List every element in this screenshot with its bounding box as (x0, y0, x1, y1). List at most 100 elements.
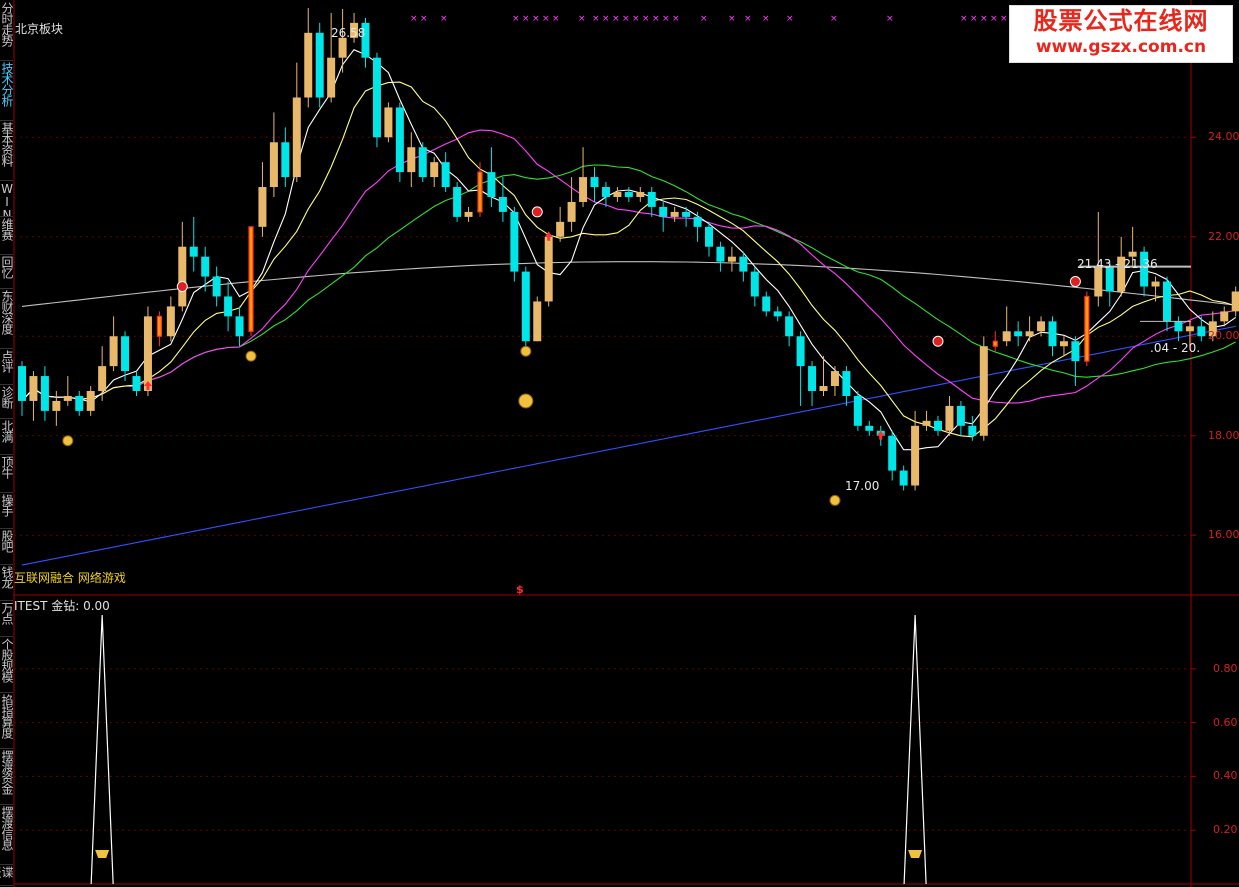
up-candle (338, 37, 347, 58)
up-candle (830, 371, 839, 387)
up-candle (292, 97, 301, 178)
limit-up-candle (992, 340, 998, 347)
sidebar-tab-5[interactable]: 回忆 (0, 256, 13, 289)
up-candle (1128, 251, 1137, 257)
up-candle (556, 221, 565, 237)
down-candle (773, 311, 782, 317)
up-candle (407, 147, 416, 173)
down-candle (1014, 331, 1023, 337)
signal-cross-icon: × (642, 14, 650, 24)
ma120-line (21, 325, 1236, 566)
sidebar-tab-17[interactable]: 摆渡资金 (0, 750, 13, 805)
price-chart[interactable]: × × × × × × × × × × × × × × × × × × × × × × × × × × × × × × (0, 0, 1239, 887)
sidebar-tab-14[interactable]: 万点 (0, 602, 13, 637)
low-price-label: 17.00 (845, 479, 880, 493)
signal-cross-icon: × (602, 14, 610, 24)
down-candle (75, 395, 84, 411)
up-candle (579, 177, 588, 202)
up-candle (533, 301, 542, 342)
sidebar-tab-11[interactable]: 操手 (0, 494, 13, 529)
sidebar-tab-2[interactable]: 基本资料 (0, 122, 13, 181)
down-candle (899, 470, 908, 486)
sidebar-tab-8[interactable]: 诊断 (0, 386, 13, 419)
signal-cross-icon: × (990, 14, 998, 24)
signal-cross-icon: × (700, 14, 708, 24)
up-candle (1025, 331, 1034, 337)
limit-up-candle (156, 315, 162, 337)
sidebar-tab-1[interactable]: 技术分析 (0, 62, 13, 121)
ball-icon (932, 335, 944, 347)
up-candle (52, 400, 61, 411)
indicator-tick-label: 0.60 (1213, 715, 1238, 729)
down-candle (762, 296, 771, 312)
watermark-logo: 股票公式在线网 www.gszx.com.cn (1009, 5, 1233, 63)
down-candle (121, 336, 130, 372)
sidebar-tab-10[interactable]: 顶牛 (0, 456, 13, 493)
down-candle (395, 107, 404, 173)
up-candle (178, 246, 187, 307)
down-candle (315, 32, 324, 98)
down-candle (1197, 326, 1206, 337)
watermark-title: 股票公式在线网 (1033, 7, 1209, 35)
signal-cross-icon: × (830, 14, 838, 24)
sidebar-tab-9[interactable]: 北满 (0, 420, 13, 455)
sidebar-tab-18[interactable]: 摆渡信息 (0, 806, 13, 865)
down-candle (498, 196, 507, 212)
signal-cross-icon: × (532, 14, 540, 24)
sidebar-tab-16[interactable]: 掐指算度 (0, 694, 13, 749)
up-candle (670, 211, 679, 217)
signal-cross-icon: × (420, 14, 428, 24)
concept-label[interactable]: 互联网融合 网络游戏 (14, 569, 126, 586)
signal-cross-icon: × (980, 14, 988, 24)
signal-cross-icon: × (410, 14, 418, 24)
down-candle (624, 192, 633, 197)
down-candle (968, 425, 977, 436)
down-candle (956, 405, 965, 426)
signal-cross-icon: × (612, 14, 620, 24)
sidebar-tab-13[interactable]: 钱龙 (0, 566, 13, 601)
up-candle (109, 336, 118, 367)
money-bag-icon (520, 345, 532, 357)
sidebar-tab-12[interactable]: 股吧 (0, 530, 13, 565)
down-candle (18, 366, 26, 401)
sidebar-tab-4[interactable]: 维赛 (0, 218, 13, 255)
down-candle (1174, 321, 1183, 332)
signal-cross-icon: × (970, 14, 978, 24)
limit-up-candle (248, 226, 254, 332)
down-candle (796, 336, 805, 367)
down-candle (842, 371, 851, 396)
ma5-line (21, 49, 1237, 451)
price-tick-label: 16.00 (1208, 528, 1239, 542)
up-candle (567, 201, 576, 222)
down-candle (1071, 341, 1080, 362)
sector-label[interactable]: 北京板块 (15, 20, 63, 37)
up-candle (1220, 311, 1229, 322)
sidebar-tab-19[interactable]: 谍报 (0, 866, 13, 886)
signal-cross-icon: × (1000, 14, 1008, 24)
sidebar-tab-6[interactable]: 东财深度 (0, 290, 13, 349)
money-bag-icon (62, 435, 74, 447)
up-candle (430, 162, 439, 178)
up-candle (636, 192, 645, 197)
down-candle (739, 256, 748, 272)
down-candle (647, 192, 656, 207)
sidebar-tab-7[interactable]: 点评 (0, 350, 13, 385)
signal-cross-icon: × (542, 14, 550, 24)
sub-indicator-title: ITEST 金钻: 0.00 (14, 599, 110, 613)
up-candle (304, 32, 313, 98)
up-candle (979, 346, 988, 436)
up-candle (98, 366, 107, 391)
ball-icon (176, 281, 188, 293)
signal-cross-icon: × (652, 14, 660, 24)
up-candle (258, 187, 267, 227)
up-candle (29, 376, 38, 401)
signal-cross-icon: × (762, 14, 770, 24)
up-candle (327, 57, 336, 98)
indicator-tick-label: 0.80 (1213, 661, 1238, 675)
sidebar-tab-3[interactable]: WIND (0, 182, 13, 217)
up-candle (1231, 291, 1239, 312)
down-candle (201, 256, 210, 277)
sidebar-tab-15[interactable]: 个股规模 (0, 638, 13, 693)
indicator-tick-label: 0.20 (1213, 823, 1238, 837)
sidebar-tab-0[interactable]: 分时走势 (0, 2, 13, 61)
